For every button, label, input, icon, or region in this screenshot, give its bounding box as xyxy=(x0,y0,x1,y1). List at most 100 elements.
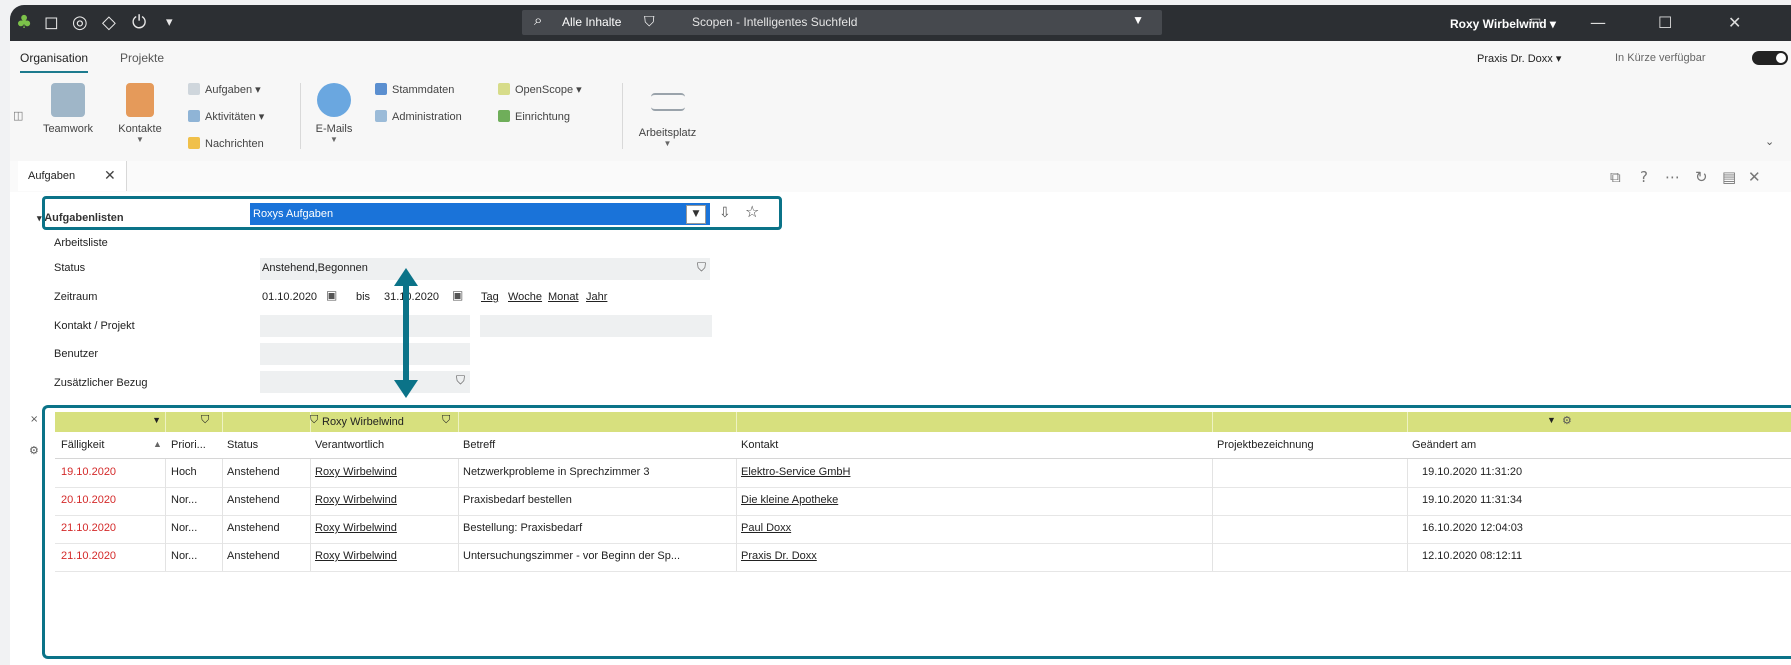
cell-kontakt[interactable]: Elektro-Service GmbH xyxy=(741,466,850,478)
col-geaendert[interactable]: Geändert am xyxy=(1412,439,1476,451)
table-row[interactable]: 19.10.2020 Hoch Anstehend Roxy Wirbelwind Ne… xyxy=(55,459,1791,488)
more-icon[interactable]: ⋯ xyxy=(1665,168,1680,186)
close-icon[interactable]: ✕ xyxy=(1728,13,1741,32)
date-from-field[interactable]: 01.10.2020 xyxy=(262,291,317,303)
bezug-field[interactable] xyxy=(260,371,470,393)
table-row[interactable]: 21.10.2020 Nor... Anstehend Roxy Wirbelwind… xyxy=(55,515,1791,544)
nachrichten-button[interactable]: Nachrichten xyxy=(188,137,264,150)
cell-status: Anstehend xyxy=(227,522,280,534)
column-divider xyxy=(736,459,737,487)
search-box[interactable]: ⌕ Alle Inhalte ⛉ Scopen - Intelligentes … xyxy=(522,10,1162,35)
cell-verantwortlich[interactable]: Roxy Wirbelwind xyxy=(315,494,397,506)
filter-cell-verantwortlich[interactable]: ⛉ Roxy Wirbelwind ⛉ xyxy=(310,412,459,432)
col-verantwortlich[interactable]: Verantwortlich xyxy=(315,439,384,451)
calendar-icon[interactable]: ▣ xyxy=(326,288,337,302)
practice-selector[interactable]: Praxis Dr. Doxx ▾ xyxy=(1477,52,1561,65)
save-icon[interactable]: ▤ xyxy=(1722,168,1736,186)
tab-projekte[interactable]: Projekte xyxy=(120,51,164,65)
emails-label: E-Mails xyxy=(315,123,353,135)
teamwork-button[interactable]: Teamwork xyxy=(38,83,98,135)
projekt-field[interactable] xyxy=(480,315,712,337)
ribbon-expand-icon[interactable]: ⌄ xyxy=(1765,135,1774,148)
kontakte-button[interactable]: Kontakte ▼ xyxy=(110,83,170,144)
openscope-button[interactable]: OpenScope ▾ xyxy=(498,83,582,96)
filter-cell-geaendert[interactable]: ▼ ⚙ xyxy=(1407,412,1791,432)
emails-button[interactable]: E-Mails ▼ xyxy=(308,83,360,144)
close-tab-icon[interactable]: ✕ xyxy=(104,167,116,184)
filter-cell-projekt[interactable] xyxy=(1212,412,1408,432)
bezug-filter-icon[interactable]: ⛉ xyxy=(456,373,465,388)
layout-icon[interactable]: ▭ xyxy=(1530,13,1541,27)
highlight-arbeitsliste xyxy=(42,196,782,230)
range-year-link[interactable]: Jahr xyxy=(586,291,607,303)
col-betreff[interactable]: Betreff xyxy=(463,439,495,451)
cell-kontakt[interactable]: Die kleine Apotheke xyxy=(741,494,838,506)
minimize-icon[interactable]: — xyxy=(1590,13,1606,32)
col-projektbezeichnung[interactable]: Projektbezeichnung xyxy=(1217,439,1314,451)
teamwork-label: Teamwork xyxy=(42,123,94,135)
cell-verantwortlich[interactable]: Roxy Wirbelwind xyxy=(315,550,397,562)
cell-faelligkeit: 20.10.2020 xyxy=(61,494,117,506)
filter-cell-status[interactable] xyxy=(222,412,311,432)
close-panel-icon[interactable]: ✕ xyxy=(1748,168,1761,186)
tab-organisation[interactable]: Organisation xyxy=(20,51,89,73)
main-tabs: Organisation Projekte Praxis Dr. Doxx ▾ … xyxy=(10,41,1791,74)
search-scope[interactable]: Alle Inhalte xyxy=(562,15,621,29)
col-kontakt[interactable]: Kontakt xyxy=(741,439,778,451)
filter-cell-kontakt[interactable] xyxy=(736,412,1213,432)
search-input[interactable]: Scopen - Intelligentes Suchfeld xyxy=(692,15,857,29)
aufgaben-button[interactable]: Aufgaben ▾ xyxy=(188,83,261,96)
cell-status: Anstehend xyxy=(227,550,280,562)
administration-button[interactable]: Administration xyxy=(375,110,462,123)
tab-aufgaben[interactable]: Aufgaben ✕ xyxy=(18,161,127,191)
filter-cell-prioritaet[interactable]: ⛉ xyxy=(165,412,223,432)
kontakt-field[interactable] xyxy=(260,315,470,337)
filter-icon[interactable]: ⛉ xyxy=(644,13,655,30)
maximize-icon[interactable]: ☐ xyxy=(1658,13,1672,32)
grid-settings-icon[interactable]: ⚙ xyxy=(29,444,39,457)
column-divider xyxy=(1212,543,1213,571)
refresh-icon[interactable]: ↻ xyxy=(1695,168,1708,186)
column-divider xyxy=(1212,459,1213,487)
aktivitaeten-button[interactable]: Aktivitäten ▾ xyxy=(188,110,264,123)
calendar-icon[interactable]: ▣ xyxy=(452,288,463,302)
filter-cell-faelligkeit[interactable]: ▼ xyxy=(55,412,166,432)
column-divider xyxy=(165,543,166,571)
help-ring-icon[interactable]: ◎ xyxy=(72,12,88,34)
quick-menu-icon[interactable]: ▾ xyxy=(166,12,173,34)
range-week-link[interactable]: Woche xyxy=(508,291,542,303)
einrichtung-button[interactable]: Einrichtung xyxy=(498,110,570,123)
power-icon[interactable]: ⏻ xyxy=(132,12,146,34)
cell-prioritaet: Nor... xyxy=(171,522,198,534)
range-day-link[interactable]: Tag xyxy=(481,291,499,303)
col-faelligkeit[interactable]: Fälligkeit xyxy=(61,439,104,451)
table-row[interactable]: 20.10.2020 Nor... Anstehend Roxy Wirbelwind… xyxy=(55,487,1791,516)
col-prioritaet[interactable]: Priori... xyxy=(171,439,206,451)
column-divider xyxy=(222,515,223,543)
cell-kontakt[interactable]: Praxis Dr. Doxx xyxy=(741,550,817,562)
status-filter-icon[interactable]: ⛉ xyxy=(697,260,706,275)
cell-kontakt[interactable]: Paul Doxx xyxy=(741,522,791,534)
cell-verantwortlich[interactable]: Roxy Wirbelwind xyxy=(315,466,397,478)
arbeitsplatz-button[interactable]: Arbeitsplatz ▼ xyxy=(630,83,705,148)
copy-icon[interactable]: ⧉ xyxy=(1610,168,1621,186)
tag-icon[interactable]: ◇ xyxy=(102,12,116,34)
collapse-pane-icon[interactable]: ◫ xyxy=(13,109,23,122)
help-icon[interactable]: ? xyxy=(1640,168,1648,186)
grid-close-icon[interactable]: × xyxy=(30,414,38,425)
cell-faelligkeit: 21.10.2020 xyxy=(61,550,117,562)
cell-verantwortlich[interactable]: Roxy Wirbelwind xyxy=(315,522,397,534)
benutzer-field[interactable] xyxy=(260,343,470,365)
table-row[interactable]: 21.10.2020 Nor... Anstehend Roxy Wirbelwind… xyxy=(55,543,1791,572)
filter-icon: ⛉ xyxy=(201,414,210,426)
app-logo-icon: ♣ xyxy=(16,12,33,33)
col-status[interactable]: Status xyxy=(227,439,258,451)
availability-toggle[interactable] xyxy=(1752,51,1788,65)
grid-filter-bar: ▼ ⛉ ⛉ Roxy Wirbelwind ⛉ ▼ ⚙ xyxy=(55,412,1791,432)
filter-cell-betreff[interactable] xyxy=(458,412,737,432)
range-month-link[interactable]: Monat xyxy=(548,291,579,303)
chevron-down-icon[interactable]: ▼ xyxy=(1132,13,1144,27)
column-divider xyxy=(222,487,223,515)
stammdaten-button[interactable]: Stammdaten xyxy=(375,83,454,96)
bag-icon[interactable]: ◻ xyxy=(44,12,59,34)
